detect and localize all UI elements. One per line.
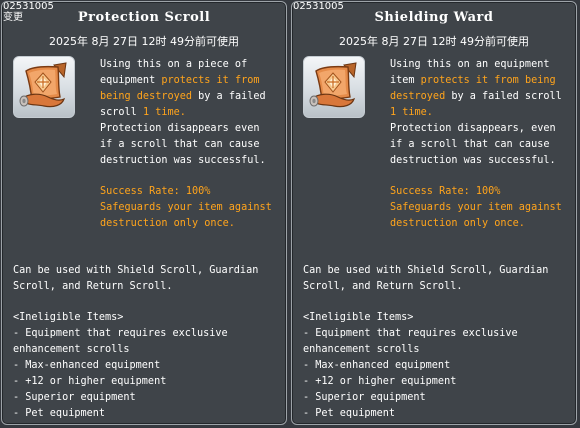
tooltip-compare-view: 02531005 变更 Protection Scroll 2025年 8月 2… <box>0 0 580 428</box>
success-rate-block: Success Rate: 100% Safeguards your item … <box>390 184 562 232</box>
protection-scroll-icon <box>19 62 67 108</box>
ineligible-item: - +12 or higher equipment <box>13 376 167 387</box>
item-description: Using this on a piece of equipment prote… <box>100 57 285 169</box>
desc-text: item <box>390 75 421 86</box>
ineligible-items: <Ineligible Items> - Equipment that requ… <box>303 310 518 422</box>
desc-line: destruction was successful. <box>100 155 266 166</box>
ineligible-item: - Equipment that requires exclusive <box>303 328 518 339</box>
desc-text: by a failed <box>192 91 266 102</box>
protection-scroll-icon <box>309 62 357 108</box>
desc-line: Protection disappears even <box>100 123 260 134</box>
item-description: Using this on an equipment item protects… <box>390 57 575 169</box>
usage-line: Can be used with Shield Scroll, Guardian <box>303 265 549 276</box>
desc-highlight: 1 time. <box>142 107 186 118</box>
desc-line: destroyed by a failed scroll <box>390 89 575 105</box>
desc-highlight: destroyed <box>390 91 446 102</box>
desc-line: if a scroll that can cause <box>100 139 260 150</box>
desc-line: equipment protects it from <box>100 73 285 89</box>
item-title: Protection Scroll <box>77 10 211 25</box>
usage-line: Scroll, and Return Scroll. <box>303 281 463 292</box>
item-icon-frame <box>13 56 75 118</box>
desc-highlight: being destroyed <box>100 91 193 102</box>
expiry-date: 2025年 8月 27日 12时 49分前可使用 <box>49 35 239 48</box>
ineligible-item: enhancement scrolls <box>13 344 130 355</box>
success-rate: Success Rate: 100% <box>390 186 501 197</box>
desc-highlight: protects it from <box>161 75 260 86</box>
ineligible-item: - Pet equipment <box>13 408 106 419</box>
desc-text: equipment <box>100 75 162 86</box>
desc-text: scroll <box>100 107 143 118</box>
ineligible-item: - Max-enhanced equipment <box>13 360 161 371</box>
item-icon-frame <box>303 56 365 118</box>
success-rate-block: Success Rate: 100% Safeguards your item … <box>100 184 272 232</box>
ineligible-item: - Superior equipment <box>303 392 426 403</box>
safeguard-text: destruction only once. <box>100 218 235 229</box>
desc-line: Protection disappears, even <box>390 123 556 134</box>
desc-highlight: 1 time. <box>390 107 433 118</box>
desc-line: Using this on a piece of <box>100 59 248 70</box>
ineligible-item: - +12 or higher equipment <box>303 376 457 387</box>
desc-line: if a scroll that can cause <box>390 139 550 150</box>
desc-line: being destroyed by a failed <box>100 89 285 105</box>
desc-text: by a failed scroll <box>445 91 562 102</box>
desc-line: scroll 1 time. <box>100 105 285 121</box>
usage-note: Can be used with Shield Scroll, Guardian… <box>13 263 258 295</box>
desc-highlight: protects it from being <box>420 75 556 86</box>
item-title: Shielding Ward <box>374 10 494 25</box>
safeguard-text: destruction only once. <box>390 218 525 229</box>
ineligible-item: - Superior equipment <box>13 392 136 403</box>
ineligible-item: - Pet equipment <box>303 408 396 419</box>
usage-note: Can be used with Shield Scroll, Guardian… <box>303 263 548 295</box>
expiry-date: 2025年 8月 27日 12时 49分前可使用 <box>339 35 529 48</box>
desc-line: item protects it from being <box>390 73 575 89</box>
ineligible-item: - Equipment that requires exclusive <box>13 328 228 339</box>
desc-line: Using this on an equipment <box>390 59 550 70</box>
ineligible-items: <Ineligible Items> - Equipment that requ… <box>13 310 228 422</box>
ineligible-header: <Ineligible Items> <box>303 312 414 323</box>
usage-line: Scroll, and Return Scroll. <box>13 281 173 292</box>
usage-line: Can be used with Shield Scroll, Guardian <box>13 265 259 276</box>
success-rate: Success Rate: 100% <box>100 186 211 197</box>
item-tooltip-shielding-ward: 02531005 Shielding Ward 2025年 8月 27日 12时… <box>291 1 577 425</box>
desc-line: 1 time. <box>390 105 575 121</box>
ineligible-item: - Max-enhanced equipment <box>303 360 451 371</box>
safeguard-text: Safeguards your item against <box>390 202 562 213</box>
ineligible-header: <Ineligible Items> <box>13 312 124 323</box>
desc-line: destruction was successful. <box>390 155 556 166</box>
ineligible-item: enhancement scrolls <box>303 344 420 355</box>
safeguard-text: Safeguards your item against <box>100 202 272 213</box>
item-tooltip-protection-scroll: 02531005 变更 Protection Scroll 2025年 8月 2… <box>1 1 287 425</box>
